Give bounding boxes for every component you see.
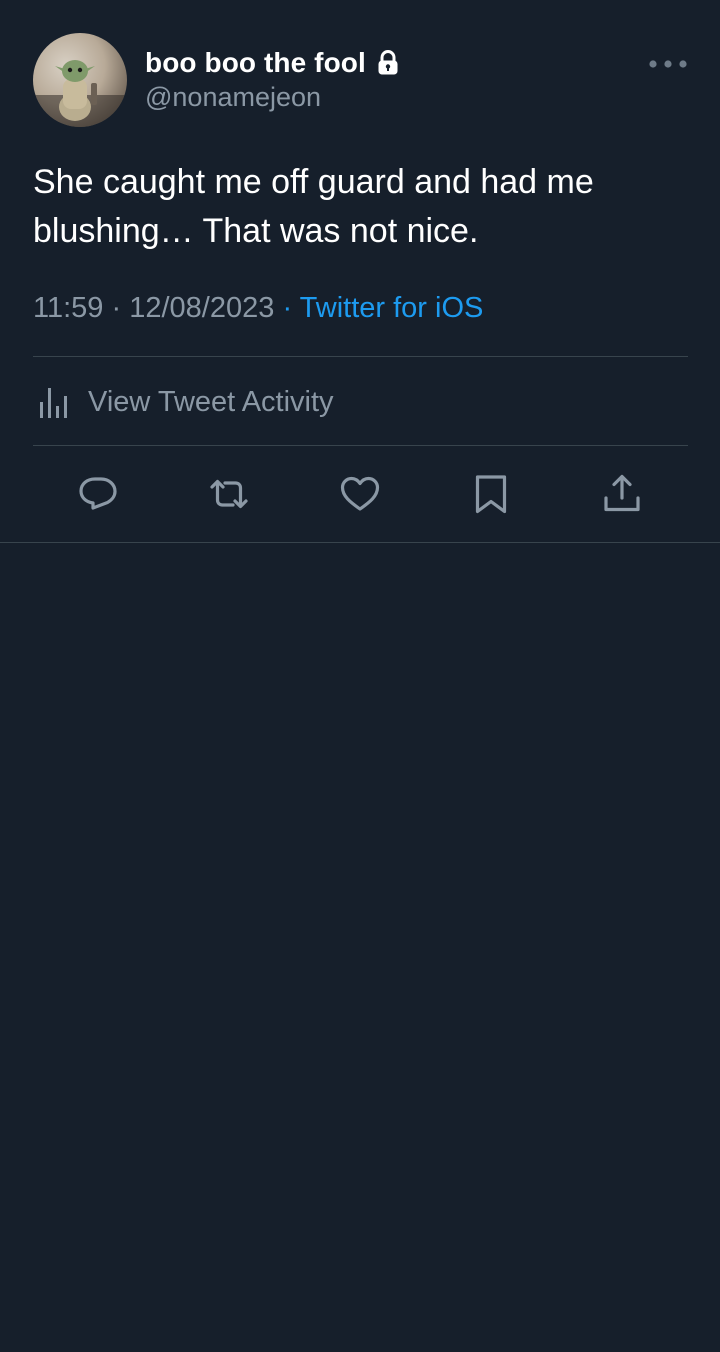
tweet-meta: 11:59 · 12/08/2023 · Twitter for iOS (33, 292, 483, 325)
like-icon (340, 476, 380, 511)
tweet-detail: boo boo the fool @nonamejeon She caught … (0, 0, 720, 543)
divider (33, 356, 688, 357)
activity-chart-icon (38, 384, 72, 420)
tweet-text: She caught me off guard and had me blush… (33, 163, 594, 250)
tweet-source-link[interactable]: Twitter for iOS (300, 292, 484, 324)
view-tweet-activity-button[interactable]: View Tweet Activity (38, 380, 334, 424)
author-handle[interactable]: @nonamejeon (145, 82, 321, 113)
retweet-button[interactable] (205, 470, 253, 518)
share-button[interactable] (598, 470, 646, 518)
meta-separator-source: · (282, 292, 293, 324)
like-button[interactable] (336, 470, 384, 518)
reply-button[interactable] (74, 470, 122, 518)
meta-separator: · (111, 292, 122, 324)
reply-icon (79, 477, 117, 510)
author-display-name[interactable]: boo boo the fool (145, 47, 366, 79)
view-tweet-activity-label: View Tweet Activity (88, 385, 334, 418)
more-options-icon[interactable] (648, 56, 688, 72)
divider (33, 445, 688, 446)
avatar[interactable] (33, 33, 127, 127)
share-icon (604, 474, 640, 512)
avatar-figurine-icon (33, 60, 127, 127)
retweet-icon (210, 479, 248, 509)
bookmark-icon (475, 475, 507, 514)
author-name-row[interactable]: boo boo the fool (145, 44, 399, 82)
lock-icon (377, 50, 399, 76)
tweet-time: 11:59 (33, 292, 104, 324)
bookmark-button[interactable] (467, 470, 515, 518)
tweet-date: 12/08/2023 (129, 292, 275, 324)
